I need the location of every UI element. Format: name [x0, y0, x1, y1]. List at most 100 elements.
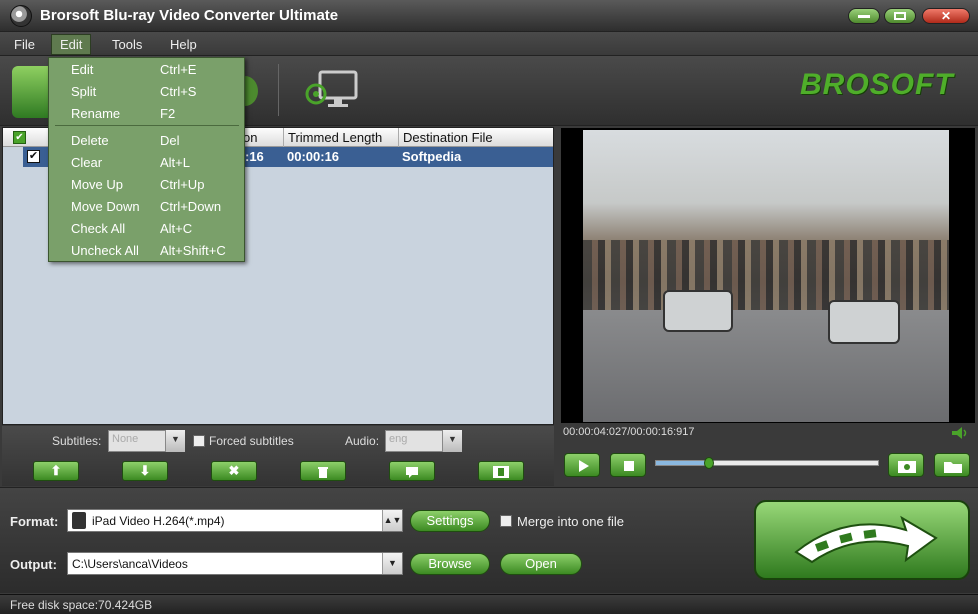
open-button[interactable]: Open [500, 553, 582, 575]
menu-file[interactable]: File [6, 35, 43, 54]
chevron-down-icon[interactable]: ▼ [382, 553, 402, 574]
maximize-icon [894, 12, 906, 20]
video-frame [583, 130, 949, 422]
edit-dropdown-menu: Edit Ctrl+E Split Ctrl+S Rename F2 Delet… [48, 57, 245, 262]
open-snapshot-folder-button[interactable] [934, 453, 970, 477]
output-path-value: C:\Users\anca\Videos [72, 557, 188, 571]
chevron-down-icon[interactable]: ▼ [442, 430, 462, 452]
menu-item-shortcut: Ctrl+Up [160, 177, 205, 192]
row-checkbox[interactable]: ✔ [27, 150, 40, 163]
select-all-checkbox[interactable]: ✔ [13, 131, 26, 144]
menu-item-label: Edit [71, 62, 94, 77]
menu-item-label: Clear [71, 155, 103, 170]
audio-dropdown[interactable]: eng [385, 430, 443, 452]
menu-item-shortcut: F2 [160, 106, 176, 121]
down-arrow-icon: ⬇ [139, 463, 151, 478]
audio-label: Audio: [345, 434, 380, 448]
film-icon [493, 466, 509, 478]
mp4-file-icon [72, 512, 86, 529]
menu-item-move-down[interactable]: Move Down Ctrl+Down [49, 196, 244, 218]
menu-item-split[interactable]: Split Ctrl+S [49, 81, 244, 103]
stop-button[interactable] [610, 453, 646, 477]
remove-button[interactable]: ✖ [211, 461, 257, 481]
trash-icon [318, 467, 328, 478]
close-icon: ✕ [940, 9, 952, 23]
seek-bar[interactable] [655, 457, 879, 469]
menu-item-check-all[interactable]: Check All Alt+C [49, 218, 244, 240]
menu-item-shortcut: Del [160, 133, 180, 148]
minimize-button[interactable] [848, 8, 880, 24]
volume-icon[interactable] [952, 426, 970, 440]
menu-item-edit[interactable]: Edit Ctrl+E [49, 59, 244, 81]
seek-bar-fill [656, 461, 710, 465]
subtitles-dropdown[interactable]: None [108, 430, 166, 452]
close-button[interactable]: ✕ [922, 8, 970, 24]
merge-button[interactable] [478, 461, 524, 481]
video-preview [561, 128, 975, 423]
menu-item-label: Uncheck All [71, 243, 139, 258]
menu-item-rename[interactable]: Rename F2 [49, 103, 244, 125]
menu-item-delete[interactable]: Delete Del [49, 130, 244, 152]
row-duration: :16 [245, 149, 264, 164]
menu-item-shortcut: Alt+L [160, 155, 190, 170]
maximize-button[interactable] [884, 8, 916, 24]
app-logo-icon [10, 5, 32, 27]
forced-subtitles-label: Forced subtitles [209, 434, 294, 448]
menu-item-shortcut: Ctrl+Down [160, 199, 222, 214]
timecode-display: 00:00:04:027/00:00:16:917 [563, 426, 695, 438]
menu-item-label: Split [71, 84, 97, 99]
column-divider [398, 128, 399, 147]
menu-edit[interactable]: Edit [51, 34, 92, 55]
seek-bar-thumb[interactable] [704, 457, 715, 469]
delete-button[interactable] [300, 461, 346, 481]
format-label: Format: [10, 514, 59, 529]
comment-icon [406, 467, 418, 478]
subtitle-button[interactable] [389, 461, 435, 481]
video-scene-scooter [663, 290, 733, 332]
monitor-icon[interactable] [304, 70, 360, 112]
merge-checkbox[interactable] [500, 515, 512, 527]
updown-arrow-icon[interactable]: ▲▼ [382, 510, 402, 531]
menu-item-move-up[interactable]: Move Up Ctrl+Up [49, 174, 244, 196]
window-title: Brorsoft Blu-ray Video Converter Ultimat… [40, 7, 339, 24]
status-bar: Free disk space:70.424GB [0, 594, 978, 614]
column-duration[interactable]: on [243, 130, 257, 145]
move-down-button[interactable]: ⬇ [122, 461, 168, 481]
row-trimmed-length: 00:00:16 [287, 149, 340, 164]
menu-item-label: Rename [71, 106, 121, 121]
play-button[interactable] [564, 453, 600, 477]
menu-help[interactable]: Help [162, 35, 205, 54]
snapshot-button[interactable] [888, 453, 924, 477]
free-disk-space: Free disk space:70.424GB [10, 598, 153, 612]
menu-item-uncheck-all[interactable]: Uncheck All Alt+Shift+C [49, 240, 244, 262]
row-destination: Softpedia [402, 149, 462, 164]
convert-arrow-icon [794, 515, 938, 564]
format-value: iPad Video H.264(*.mp4) [92, 514, 225, 528]
folder-icon [944, 462, 962, 473]
column-destination-file[interactable]: Destination File [403, 130, 493, 145]
move-up-button[interactable]: ⬆ [33, 461, 79, 481]
settings-button[interactable]: Settings [410, 510, 490, 532]
brand-logo: BROSOFT [800, 68, 954, 101]
merge-label: Merge into one file [517, 514, 624, 529]
column-trimmed-length[interactable]: Trimmed Length [288, 130, 382, 145]
menu-item-label: Delete [71, 133, 109, 148]
chevron-down-icon[interactable]: ▼ [165, 430, 185, 452]
column-divider [283, 128, 284, 147]
menu-separator [55, 125, 239, 126]
output-path-field[interactable]: C:\Users\anca\Videos ▼ [67, 552, 403, 575]
menu-item-shortcut: Ctrl+E [160, 62, 197, 77]
menu-item-shortcut: Alt+C [160, 221, 193, 236]
menu-tools[interactable]: Tools [104, 35, 150, 54]
menu-item-label: Move Up [71, 177, 124, 192]
format-dropdown[interactable]: iPad Video H.264(*.mp4) ▲▼ [67, 509, 403, 532]
subtitles-label: Subtitles: [52, 434, 102, 448]
toolbar-divider [278, 64, 279, 116]
output-label: Output: [10, 557, 57, 572]
convert-button[interactable] [754, 500, 970, 580]
browse-button[interactable]: Browse [410, 553, 490, 575]
remove-icon: ✖ [228, 463, 240, 478]
menu-item-label: Move Down [71, 199, 140, 214]
menu-item-clear[interactable]: Clear Alt+L [49, 152, 244, 174]
forced-subtitles-checkbox[interactable] [193, 435, 205, 447]
